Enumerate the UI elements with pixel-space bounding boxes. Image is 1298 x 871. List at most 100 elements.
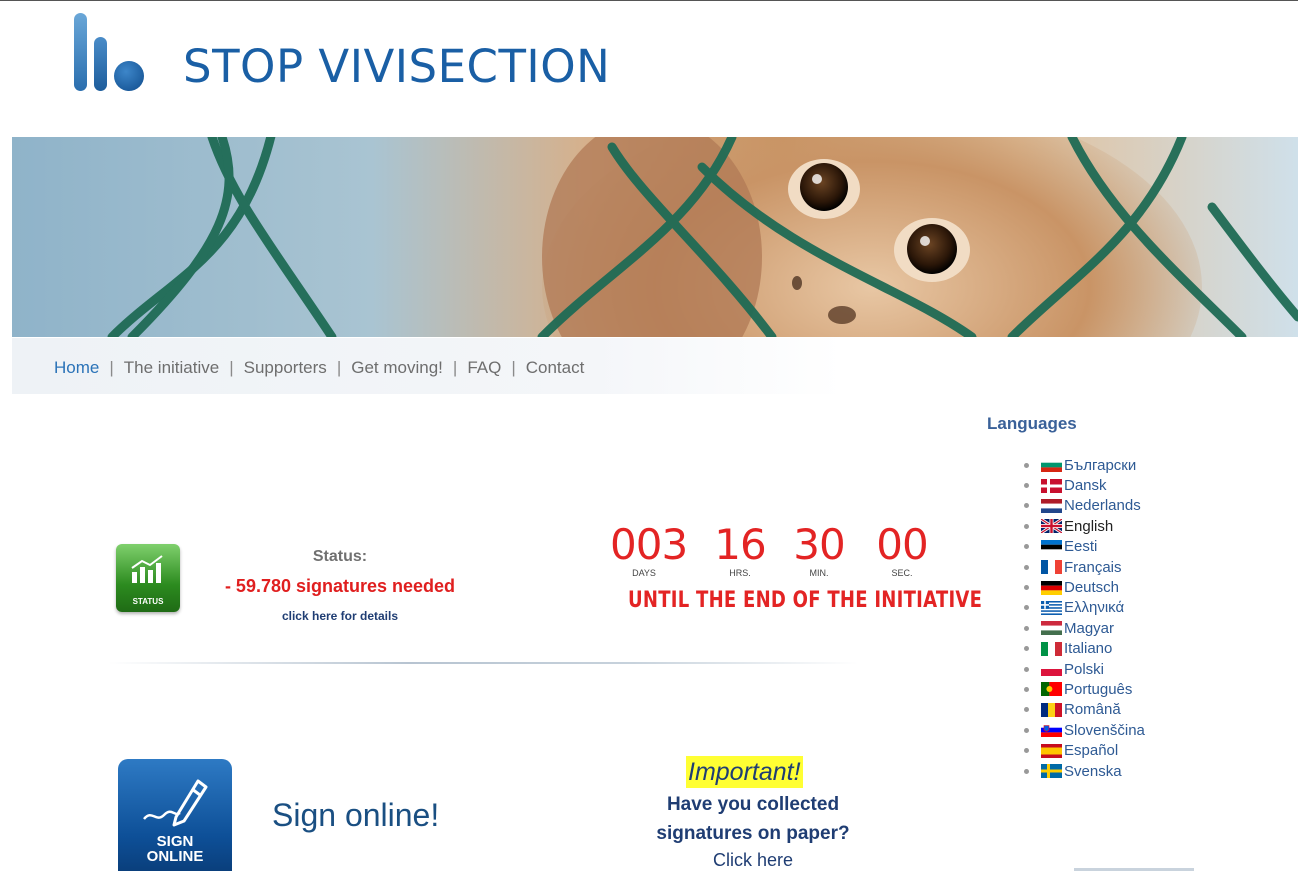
language-item-dk[interactable]: Dansk	[1024, 475, 1145, 495]
language-label[interactable]: Polski	[1064, 661, 1104, 678]
sign-online-link[interactable]: Sign online!	[272, 797, 439, 834]
bullet	[1024, 625, 1029, 631]
nav-item-faq[interactable]: | FAQ	[443, 358, 501, 378]
flag-si-icon	[1041, 723, 1062, 738]
language-label[interactable]: Български	[1064, 457, 1136, 474]
language-label[interactable]: Slovenščina	[1064, 722, 1145, 739]
language-item-pl[interactable]: Polski	[1024, 659, 1145, 679]
nav-link-faq[interactable]: FAQ	[467, 358, 501, 378]
bullet	[1024, 707, 1029, 713]
countdown-days-label: DAYS	[632, 568, 656, 578]
bullet	[1024, 768, 1029, 774]
signatures-needed-text: - 59.780 signatures needed	[224, 576, 456, 596]
language-label[interactable]: Italiano	[1064, 640, 1112, 657]
nav-link-contact[interactable]: Contact	[526, 358, 585, 378]
flag-gb-icon	[1041, 519, 1062, 534]
countdown-hours-value: 16	[714, 520, 766, 569]
bullet	[1024, 646, 1029, 652]
countdown-minutes-value: 30	[793, 520, 845, 569]
nav-link-get-moving[interactable]: Get moving!	[351, 358, 443, 378]
site-title[interactable]: STOP VIVISECTION	[183, 44, 610, 89]
language-label[interactable]: Ελληνικά	[1064, 599, 1124, 616]
language-item-es[interactable]: Español	[1024, 740, 1145, 760]
language-label[interactable]: English	[1064, 518, 1113, 535]
nav-item-contact[interactable]: | Contact	[501, 358, 584, 378]
language-item-fr[interactable]: Français	[1024, 557, 1145, 577]
status-details-link[interactable]: click here for details	[210, 609, 470, 623]
logo-bar-tall	[74, 13, 87, 91]
bullet	[1024, 564, 1029, 570]
language-item-nl[interactable]: Nederlands	[1024, 496, 1145, 516]
flag-pt-icon	[1041, 682, 1062, 697]
flag-it-icon	[1041, 641, 1062, 656]
nav-item-supporters[interactable]: | Supporters	[219, 358, 327, 378]
language-item-ee[interactable]: Eesti	[1024, 537, 1145, 557]
language-item-pt[interactable]: Português	[1024, 679, 1145, 699]
language-label[interactable]: Eesti	[1064, 538, 1097, 555]
nav-item-get-moving[interactable]: | Get moving!	[327, 358, 443, 378]
paper-signatures-link[interactable]: Click here	[620, 850, 886, 871]
flag-es-icon	[1041, 743, 1062, 758]
language-label[interactable]: Nederlands	[1064, 497, 1141, 514]
bullet	[1024, 523, 1029, 529]
nav-separator: |	[511, 358, 516, 377]
countdown-days: 003 DAYS	[610, 524, 688, 579]
paper-question-line1: Have you collected	[666, 794, 840, 815]
bullet	[1024, 462, 1029, 468]
nav-link-home[interactable]: Home	[54, 358, 99, 378]
countdown-caption: UNTIL THE END OF THE INITIATIVE	[628, 588, 983, 613]
status-chart-icon[interactable]: STATUS	[116, 544, 180, 612]
language-item-de[interactable]: Deutsch	[1024, 577, 1145, 597]
language-item-it[interactable]: Italiano	[1024, 639, 1145, 659]
languages-list: Български Dansk Nederlands English Eesti…	[1024, 455, 1145, 781]
language-item-si[interactable]: Slovenščina	[1024, 720, 1145, 740]
language-label[interactable]: Português	[1064, 681, 1132, 698]
language-item-gb[interactable]: English	[1024, 516, 1145, 536]
language-label[interactable]: Svenska	[1064, 763, 1122, 780]
nav-separator: |	[229, 358, 234, 377]
bullet	[1024, 544, 1029, 550]
nav-link-initiative[interactable]: The initiative	[124, 358, 219, 378]
top-border	[0, 0, 1298, 1]
language-label[interactable]: Français	[1064, 559, 1122, 576]
sign-icon-line2: ONLINE	[146, 848, 204, 865]
nav-item-initiative[interactable]: | The initiative	[99, 358, 219, 378]
site-logo[interactable]	[74, 11, 164, 93]
nav-separator: |	[452, 358, 458, 377]
language-item-se[interactable]: Svenska	[1024, 761, 1145, 781]
nav-item-home[interactable]: Home	[54, 358, 99, 378]
language-item-bg[interactable]: Български	[1024, 455, 1145, 475]
flag-pl-icon	[1041, 662, 1062, 677]
bullet	[1024, 585, 1029, 591]
bullet	[1024, 727, 1029, 733]
bullet	[1024, 686, 1029, 692]
chart-trend-icon	[131, 555, 163, 583]
flag-dk-icon	[1041, 478, 1062, 493]
language-label[interactable]: Dansk	[1064, 477, 1107, 494]
sign-online-button[interactable]: SIGN ONLINE	[118, 759, 232, 871]
bullet	[1024, 748, 1029, 754]
flag-nl-icon	[1041, 498, 1062, 513]
logo-bar-short	[94, 37, 107, 91]
flag-se-icon	[1041, 764, 1062, 779]
language-label[interactable]: Deutsch	[1064, 579, 1119, 596]
hero-banner-image	[12, 137, 1298, 337]
countdown-seconds: 00 SEC.	[876, 524, 928, 579]
sign-icon-line1: SIGN	[156, 833, 194, 850]
status-title: Status:	[312, 548, 368, 565]
language-item-gr[interactable]: Ελληνικά	[1024, 598, 1145, 618]
flag-de-icon	[1041, 580, 1062, 595]
bullet	[1024, 605, 1029, 611]
bullet	[1024, 483, 1029, 489]
language-label[interactable]: Română	[1064, 701, 1121, 718]
countdown-minutes: 30 MIN.	[793, 520, 845, 579]
nav-link-supporters[interactable]: Supporters	[244, 358, 327, 378]
logo-dot	[114, 61, 144, 91]
language-item-ro[interactable]: Română	[1024, 700, 1145, 720]
countdown-minutes-label: MIN.	[809, 568, 829, 578]
language-item-hu[interactable]: Magyar	[1024, 618, 1145, 638]
flag-hu-icon	[1041, 621, 1062, 636]
main-nav: Home | The initiative | Supporters | Get mo…	[12, 338, 842, 394]
language-label[interactable]: Magyar	[1064, 620, 1114, 637]
language-label[interactable]: Español	[1064, 742, 1118, 759]
